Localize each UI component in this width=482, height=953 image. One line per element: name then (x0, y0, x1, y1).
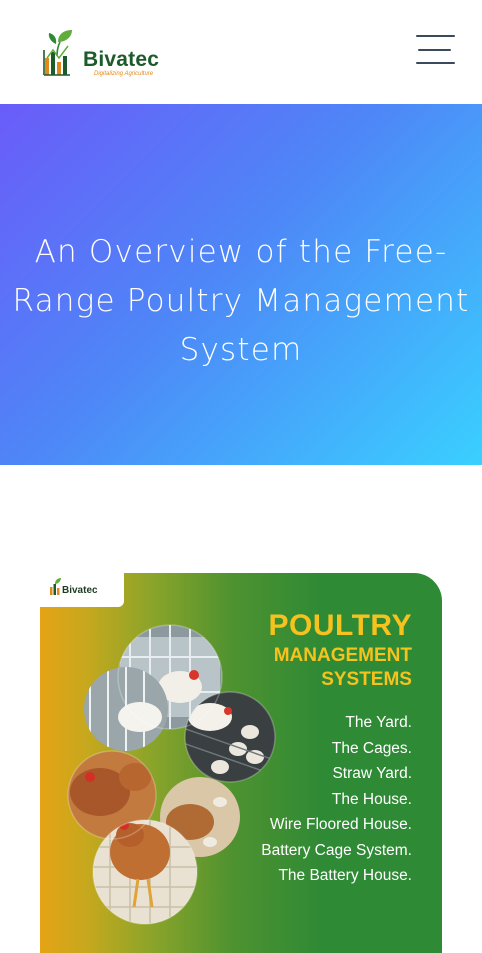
page-title: An Overview of the Free-Range Poultry Ma… (12, 234, 470, 368)
brand-tagline: Digitalizing Agriculture (94, 71, 154, 77)
featured-system-list: The Yard. The Cages. Straw Yard. The Hou… (261, 710, 412, 889)
featured-subheading-systems: SYSTEMS (321, 669, 412, 690)
featured-logo-text: Bivatec (62, 585, 98, 596)
hamburger-menu-icon[interactable] (412, 32, 458, 68)
site-header: Bivatec Digitalizing Agriculture (0, 0, 482, 104)
featured-subheading-management: MANAGEMENT (273, 645, 412, 666)
list-item: The Yard. (345, 714, 412, 731)
logo-mark-icon (43, 30, 72, 76)
list-item: Battery Cage System. (261, 841, 412, 859)
hero-banner: An Overview of the Free-Range Poultry Ma… (0, 104, 482, 465)
brand-logo[interactable]: Bivatec Digitalizing Agriculture (42, 28, 182, 80)
featured-image-logo: Bivatec (40, 573, 124, 607)
featured-heading: POULTRY (268, 609, 412, 642)
list-item: The Cages. (331, 739, 412, 757)
list-item: Wire Floored House. (269, 816, 412, 833)
list-item: The House. (331, 790, 412, 808)
brand-name: Bivatec (83, 48, 160, 71)
chicken-photo-collage (67, 624, 276, 925)
logo-mark-icon (50, 578, 61, 595)
list-item: Straw Yard. (332, 765, 412, 782)
featured-image: Bivatec POULTRY MANAGEMENT SYSTEMS The Y… (40, 573, 442, 953)
list-item: The Battery House. (278, 867, 412, 884)
